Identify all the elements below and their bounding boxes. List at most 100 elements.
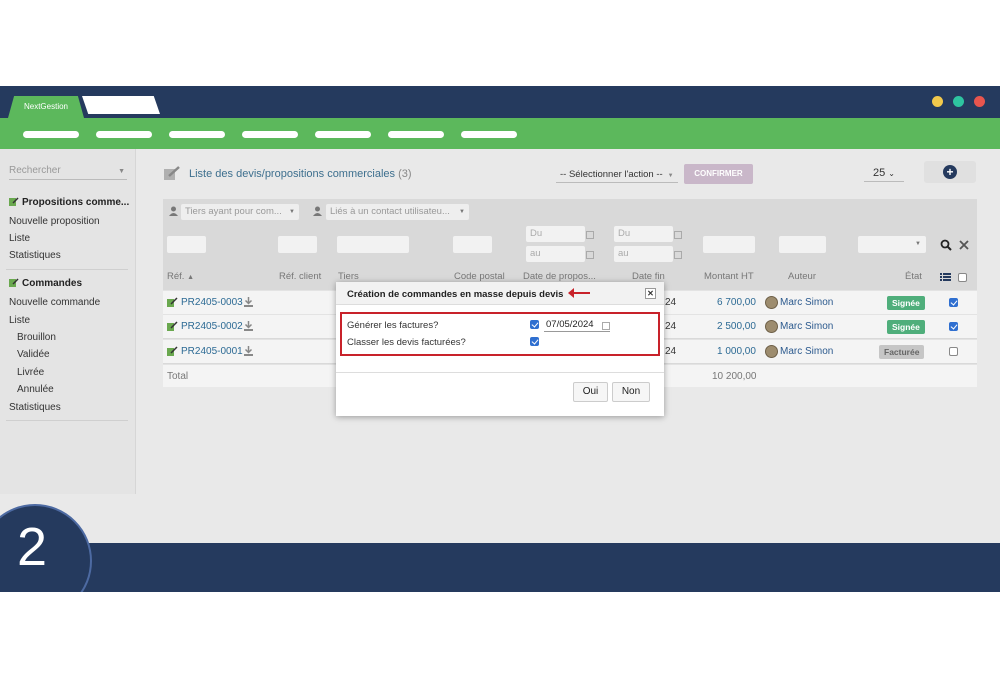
tab-nextgestion[interactable]: NextGestion: [8, 96, 84, 118]
download-icon[interactable]: [244, 321, 253, 331]
sidebar-item-nouvelle-proposition[interactable]: Nouvelle proposition: [9, 216, 100, 227]
generate-invoices-checkbox[interactable]: [530, 320, 539, 329]
calendar-icon[interactable]: [674, 251, 682, 259]
tiers-filter-input[interactable]: [337, 236, 409, 253]
plus-icon: +: [943, 165, 957, 179]
close-dot-icon[interactable]: [974, 96, 985, 107]
column-header-ref[interactable]: Réf. ▲: [167, 271, 194, 282]
row-date-fin: 24: [665, 346, 677, 357]
row-select-checkbox[interactable]: [949, 322, 958, 331]
app-window: NextGestion Rechercher ▼ Propositions co…: [0, 86, 1000, 592]
date-proposal-to-input[interactable]: au: [526, 246, 585, 262]
column-header-etat[interactable]: État: [905, 271, 922, 282]
menu-item-7[interactable]: [461, 131, 517, 138]
no-button[interactable]: Non: [612, 382, 650, 402]
sidebar-section-label: Commandes: [22, 278, 83, 289]
column-header-date-fin[interactable]: Date fin: [632, 271, 665, 282]
add-proposal-button[interactable]: +: [924, 161, 976, 183]
ref-client-filter-input[interactable]: [278, 236, 317, 253]
mass-action-select[interactable]: -- Sélectionner l'action -- ▼: [556, 166, 678, 183]
page-title-text: Liste des devis/propositions commerciale…: [189, 168, 396, 180]
search-icon[interactable]: [940, 239, 952, 251]
invoice-date-input[interactable]: 07/05/2024: [544, 317, 610, 332]
calendar-icon[interactable]: [586, 251, 594, 259]
menu-item-6[interactable]: [388, 131, 444, 138]
row-select-checkbox[interactable]: [949, 347, 958, 356]
sidebar-search-placeholder: Rechercher: [9, 165, 61, 176]
select-all-checkbox[interactable]: [958, 273, 967, 282]
chevron-down-icon: ▼: [915, 241, 921, 247]
generate-invoices-label: Générer les factures?: [347, 320, 439, 331]
dialog-divider: [336, 372, 664, 373]
date-proposal-from-input[interactable]: Du: [526, 226, 585, 242]
menu-item-2[interactable]: [96, 131, 152, 138]
sidebar-item-liste-propositions[interactable]: Liste: [9, 233, 30, 244]
tab-new[interactable]: [82, 96, 160, 114]
page-title: Liste des devis/propositions commerciale…: [189, 168, 412, 180]
user-icon: [169, 206, 178, 216]
chevron-down-icon: ▼: [289, 209, 295, 215]
menu-item-1[interactable]: [23, 131, 79, 138]
row-author-link[interactable]: Marc Simon: [780, 321, 833, 332]
sidebar-item-statistiques-propositions[interactable]: Statistiques: [9, 250, 61, 261]
dialog-close-button[interactable]: ✕: [645, 288, 656, 299]
sidebar-section-propositions[interactable]: Propositions comme...: [9, 197, 129, 208]
sidebar-item-statistiques-commandes[interactable]: Statistiques: [9, 402, 61, 413]
calendar-icon[interactable]: [602, 322, 610, 330]
menu-item-4[interactable]: [242, 131, 298, 138]
ref-filter-input[interactable]: [167, 236, 206, 253]
column-header-ref-label: Réf.: [167, 271, 185, 282]
date-fin-to-input[interactable]: au: [614, 246, 673, 262]
sidebar-item-liste-commandes[interactable]: Liste: [9, 315, 30, 326]
tiers-filter-select[interactable]: Tiers ayant pour com... ▼: [181, 204, 299, 220]
sidebar-divider: [6, 420, 128, 421]
row-ref-link[interactable]: PR2405-0002: [181, 321, 243, 332]
menu-item-3[interactable]: [169, 131, 225, 138]
sidebar-section-label: Propositions comme...: [22, 197, 130, 208]
proposal-icon: [167, 321, 178, 331]
chevron-down-icon: ▼: [667, 173, 674, 179]
column-list-icon[interactable]: [940, 272, 951, 282]
row-ref-link[interactable]: PR2405-0001: [181, 346, 243, 357]
sidebar-item-validee[interactable]: Validée: [17, 349, 50, 360]
row-ref-link[interactable]: PR2405-0003: [181, 297, 243, 308]
sidebar-item-annulee[interactable]: Annulée: [17, 384, 54, 395]
column-header-tiers[interactable]: Tiers: [338, 271, 359, 282]
sidebar-item-brouillon[interactable]: Brouillon: [17, 332, 56, 343]
column-header-date-proposition[interactable]: Date de propos...: [523, 271, 596, 282]
confirm-button[interactable]: CONFIRMER: [684, 164, 753, 184]
sidebar-search-input[interactable]: Rechercher ▼: [9, 165, 127, 180]
clear-filter-icon[interactable]: [959, 240, 969, 250]
highlight-box: [340, 312, 660, 356]
menu-item-5[interactable]: [315, 131, 371, 138]
column-header-auteur[interactable]: Auteur: [788, 271, 816, 282]
avatar: [765, 296, 778, 309]
calendar-icon[interactable]: [674, 231, 682, 239]
classify-invoiced-label: Classer les devis facturées?: [347, 337, 466, 348]
maximize-dot-icon[interactable]: [953, 96, 964, 107]
classify-invoiced-checkbox[interactable]: [530, 337, 539, 346]
montant-filter-input[interactable]: [703, 236, 755, 253]
minimize-dot-icon[interactable]: [932, 96, 943, 107]
row-author-link[interactable]: Marc Simon: [780, 297, 833, 308]
yes-button[interactable]: Oui: [573, 382, 608, 402]
column-header-montant-ht[interactable]: Montant HT: [704, 271, 754, 282]
column-header-ref-client[interactable]: Réf. client: [279, 271, 321, 282]
page-limit-select[interactable]: 25 ⌄: [864, 164, 904, 182]
download-icon[interactable]: [244, 346, 253, 356]
row-select-checkbox[interactable]: [949, 298, 958, 307]
sidebar-item-nouvelle-commande[interactable]: Nouvelle commande: [9, 297, 100, 308]
calendar-icon[interactable]: [586, 231, 594, 239]
code-postal-filter-input[interactable]: [453, 236, 492, 253]
sidebar-item-livree[interactable]: Livrée: [17, 367, 44, 378]
etat-filter-select[interactable]: ▼: [858, 236, 926, 253]
sidebar-section-commandes[interactable]: Commandes: [9, 278, 82, 289]
column-header-code-postal[interactable]: Code postal: [454, 271, 505, 282]
chevron-down-icon: ▼: [118, 168, 125, 175]
auteur-filter-input[interactable]: [779, 236, 826, 253]
row-date-fin: 24: [665, 321, 677, 332]
download-icon[interactable]: [244, 297, 253, 307]
date-fin-from-input[interactable]: Du: [614, 226, 673, 242]
row-author-link[interactable]: Marc Simon: [780, 346, 833, 357]
contact-filter-select[interactable]: Liés à un contact utilisateu... ▼: [326, 204, 469, 220]
